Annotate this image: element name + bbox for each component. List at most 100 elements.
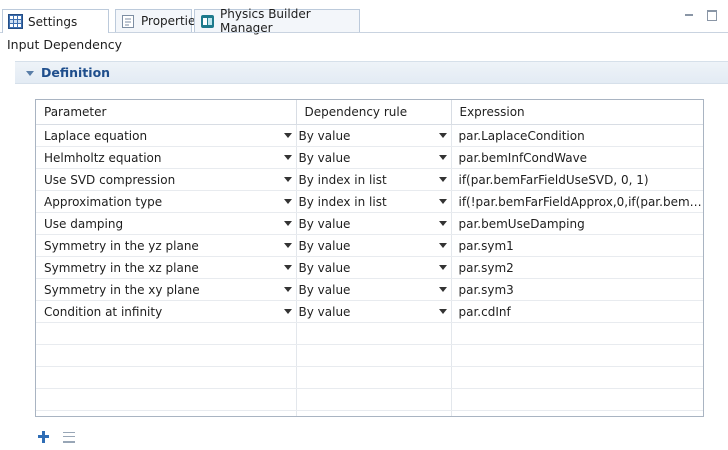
empty-cell[interactable] <box>36 410 297 416</box>
parameter-value: Symmetry in the xy plane <box>44 282 200 297</box>
table-row[interactable]: Symmetry in the xz plane By value par.sym2 <box>36 256 703 279</box>
expression-cell[interactable]: par.bemInfCondWave <box>451 146 703 169</box>
clear-table-icon[interactable] <box>63 430 77 444</box>
parameter-value: Symmetry in the yz plane <box>44 238 199 253</box>
column-header-expression[interactable]: Expression <box>451 100 703 125</box>
tab-settings-label: Settings <box>28 14 78 29</box>
parameter-value: Symmetry in the xz plane <box>44 260 199 275</box>
chevron-down-icon[interactable] <box>282 301 296 322</box>
tab-settings[interactable]: Settings <box>2 9 109 33</box>
empty-table-row[interactable] <box>36 344 703 367</box>
chevron-down-icon[interactable] <box>282 213 296 234</box>
dependency-rule-cell[interactable]: By value <box>296 234 452 257</box>
chevron-down-icon[interactable] <box>437 125 451 146</box>
dependency-rule-cell[interactable]: By index in list <box>296 190 452 213</box>
parameter-value: Use SVD compression <box>44 172 176 187</box>
expression-cell[interactable]: par.cdInf <box>451 300 703 323</box>
empty-table-row[interactable] <box>36 388 703 411</box>
tab-physics-builder-manager[interactable]: Physics Builder Manager <box>194 7 360 35</box>
chevron-down-icon[interactable] <box>437 257 451 278</box>
table-row[interactable]: Helmholtz equation By value par.bemInfCond… <box>36 146 703 169</box>
expression-cell[interactable]: par.LaplaceCondition <box>451 124 703 147</box>
parameter-cell[interactable]: Symmetry in the xz plane <box>36 256 297 279</box>
parameter-cell[interactable]: Helmholtz equation <box>36 146 297 169</box>
maximize-icon[interactable] <box>707 10 718 21</box>
chevron-down-icon[interactable] <box>282 125 296 146</box>
expression-cell[interactable]: par.sym2 <box>451 256 703 279</box>
chevron-down-icon[interactable] <box>282 257 296 278</box>
chevron-down-icon[interactable] <box>437 169 451 190</box>
dependency-rule-cell[interactable]: By value <box>296 278 452 301</box>
dependency-rule-value: By value <box>298 216 351 231</box>
table-row[interactable]: Symmetry in the yz plane By value par.sym1 <box>36 234 703 257</box>
empty-table-row[interactable] <box>36 322 703 345</box>
parameter-cell[interactable]: Symmetry in the yz plane <box>36 234 297 257</box>
chevron-down-icon[interactable] <box>437 191 451 212</box>
empty-cell[interactable] <box>451 322 703 345</box>
empty-cell[interactable] <box>451 344 703 367</box>
empty-cell[interactable] <box>36 322 297 345</box>
expression-cell[interactable]: par.bemUseDamping <box>451 212 703 235</box>
parameter-cell[interactable]: Use damping <box>36 212 297 235</box>
column-header-dependency-rule[interactable]: Dependency rule <box>296 100 452 125</box>
parameter-cell[interactable]: Condition at infinity <box>36 300 297 323</box>
chevron-down-icon[interactable] <box>282 191 296 212</box>
chevron-down-icon[interactable] <box>437 235 451 256</box>
empty-table-row[interactable] <box>36 366 703 389</box>
chevron-down-icon[interactable] <box>282 279 296 300</box>
dependency-rule-value: By value <box>298 260 351 275</box>
chevron-down-icon[interactable] <box>437 279 451 300</box>
physics-builder-icon <box>200 14 215 29</box>
dependency-rule-cell[interactable]: By value <box>296 124 452 147</box>
dependency-rule-cell[interactable]: By value <box>296 300 452 323</box>
expression-cell[interactable]: if(!par.bemFarFieldApprox,0,if(par.bemF.… <box>451 190 704 213</box>
parameter-cell[interactable]: Symmetry in the xy plane <box>36 278 297 301</box>
empty-cell[interactable] <box>296 366 452 389</box>
empty-cell[interactable] <box>451 366 703 389</box>
expression-cell[interactable]: par.sym1 <box>451 234 703 257</box>
dependency-rule-cell[interactable]: By value <box>296 256 452 279</box>
empty-table-row[interactable] <box>36 410 703 416</box>
table-row[interactable]: Laplace equation By value par.LaplaceCondi… <box>36 124 703 147</box>
table-row[interactable]: Symmetry in the xy plane By value par.sym3 <box>36 278 703 301</box>
empty-cell[interactable] <box>36 388 297 411</box>
definition-section-header[interactable]: Definition <box>15 61 728 84</box>
tab-properties[interactable]: Properties <box>115 9 202 32</box>
table-row[interactable]: Condition at infinity By value par.cdInf <box>36 300 703 323</box>
dependency-rule-cell[interactable]: By index in list <box>296 168 452 191</box>
dependency-rule-cell[interactable]: By value <box>296 146 452 169</box>
table-row[interactable]: Use damping By value par.bemUseDamping <box>36 212 703 235</box>
parameter-cell[interactable]: Use SVD compression <box>36 168 297 191</box>
parameter-value: Helmholtz equation <box>44 150 162 165</box>
dependency-table: Parameter Dependency rule Expression Lap… <box>35 99 704 417</box>
empty-cell[interactable] <box>296 322 452 345</box>
editor-tabbar: Settings Properties Physics Builder Mana… <box>0 0 728 35</box>
add-icon[interactable] <box>37 430 51 444</box>
expression-value: par.LaplaceCondition <box>458 128 585 143</box>
expression-cell[interactable]: if(par.bemFarFieldUseSVD, 0, 1) <box>451 168 703 191</box>
expression-value: if(!par.bemFarFieldApprox,0,if(par.bemF.… <box>458 194 704 209</box>
table-row[interactable]: Use SVD compression By index in list if(pa… <box>36 168 703 191</box>
chevron-down-icon[interactable] <box>282 147 296 168</box>
column-header-parameter[interactable]: Parameter <box>36 100 297 125</box>
empty-cell[interactable] <box>36 344 297 367</box>
empty-cell[interactable] <box>451 410 703 416</box>
expression-cell[interactable]: par.sym3 <box>451 278 703 301</box>
chevron-down-icon[interactable] <box>437 301 451 322</box>
empty-cell[interactable] <box>296 388 452 411</box>
expression-value: par.sym3 <box>458 282 514 297</box>
chevron-down-icon[interactable] <box>437 147 451 168</box>
dependency-rule-cell[interactable]: By value <box>296 212 452 235</box>
empty-cell[interactable] <box>36 366 297 389</box>
chevron-down-icon[interactable] <box>437 213 451 234</box>
parameter-cell[interactable]: Laplace equation <box>36 124 297 147</box>
empty-cell[interactable] <box>296 344 452 367</box>
empty-cell[interactable] <box>296 410 452 416</box>
table-row[interactable]: Approximation type By index in list if(!pa… <box>36 190 704 213</box>
empty-cell[interactable] <box>451 388 703 411</box>
minimize-icon[interactable] <box>684 10 695 20</box>
dependency-rule-value: By index in list <box>298 172 387 187</box>
chevron-down-icon[interactable] <box>282 235 296 256</box>
parameter-cell[interactable]: Approximation type <box>36 190 297 213</box>
chevron-down-icon[interactable] <box>282 169 296 190</box>
